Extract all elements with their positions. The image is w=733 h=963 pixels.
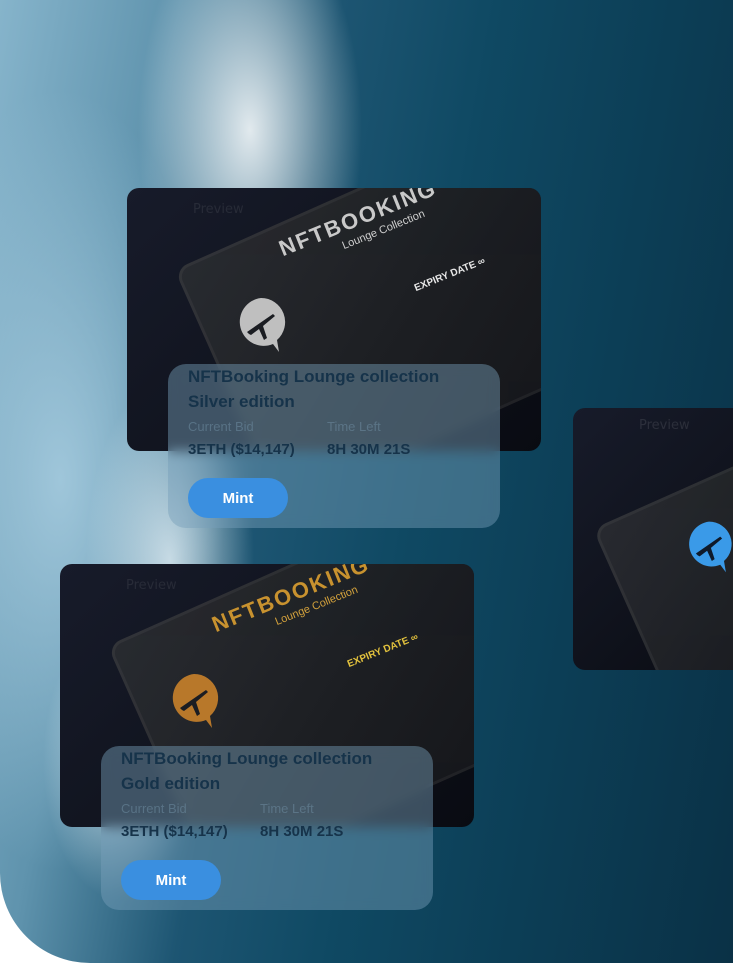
- preview-label: Preview: [126, 578, 177, 593]
- preview-label: Preview: [193, 202, 244, 217]
- time-left-label: Time Left: [260, 801, 314, 816]
- card-title-line2: Gold edition: [121, 774, 221, 793]
- time-left-value: 8H 30M 21S: [260, 823, 344, 840]
- preview-label: Preview: [639, 418, 690, 433]
- mint-button[interactable]: Mint: [121, 860, 221, 900]
- time-left-value: 8H 30M 21S: [327, 441, 411, 458]
- current-bid-label: Current Bid: [188, 419, 254, 434]
- plane-logo-icon: [172, 673, 219, 728]
- nft-card-partial-image[interactable]: Preview: [573, 408, 733, 670]
- plane-logo-icon: [239, 297, 286, 352]
- card-title-line1: NFTBooking Lounge collection: [188, 367, 440, 386]
- current-bid-value: 3ETH ($14,147): [121, 823, 228, 840]
- card-title-line1: NFTBooking Lounge collection: [121, 749, 373, 768]
- card-title-line2: Silver edition: [188, 392, 295, 411]
- nft-info-panel-silver: NFTBooking Lounge collection Silver edit…: [168, 364, 500, 528]
- current-bid-value: 3ETH ($14,147): [188, 441, 295, 458]
- time-left-label: Time Left: [327, 419, 381, 434]
- nft-info-panel-gold: NFTBooking Lounge collection Gold editio…: [101, 746, 433, 910]
- current-bid-label: Current Bid: [121, 801, 187, 816]
- mint-button[interactable]: Mint: [188, 478, 288, 518]
- plane-logo-icon: [689, 521, 732, 573]
